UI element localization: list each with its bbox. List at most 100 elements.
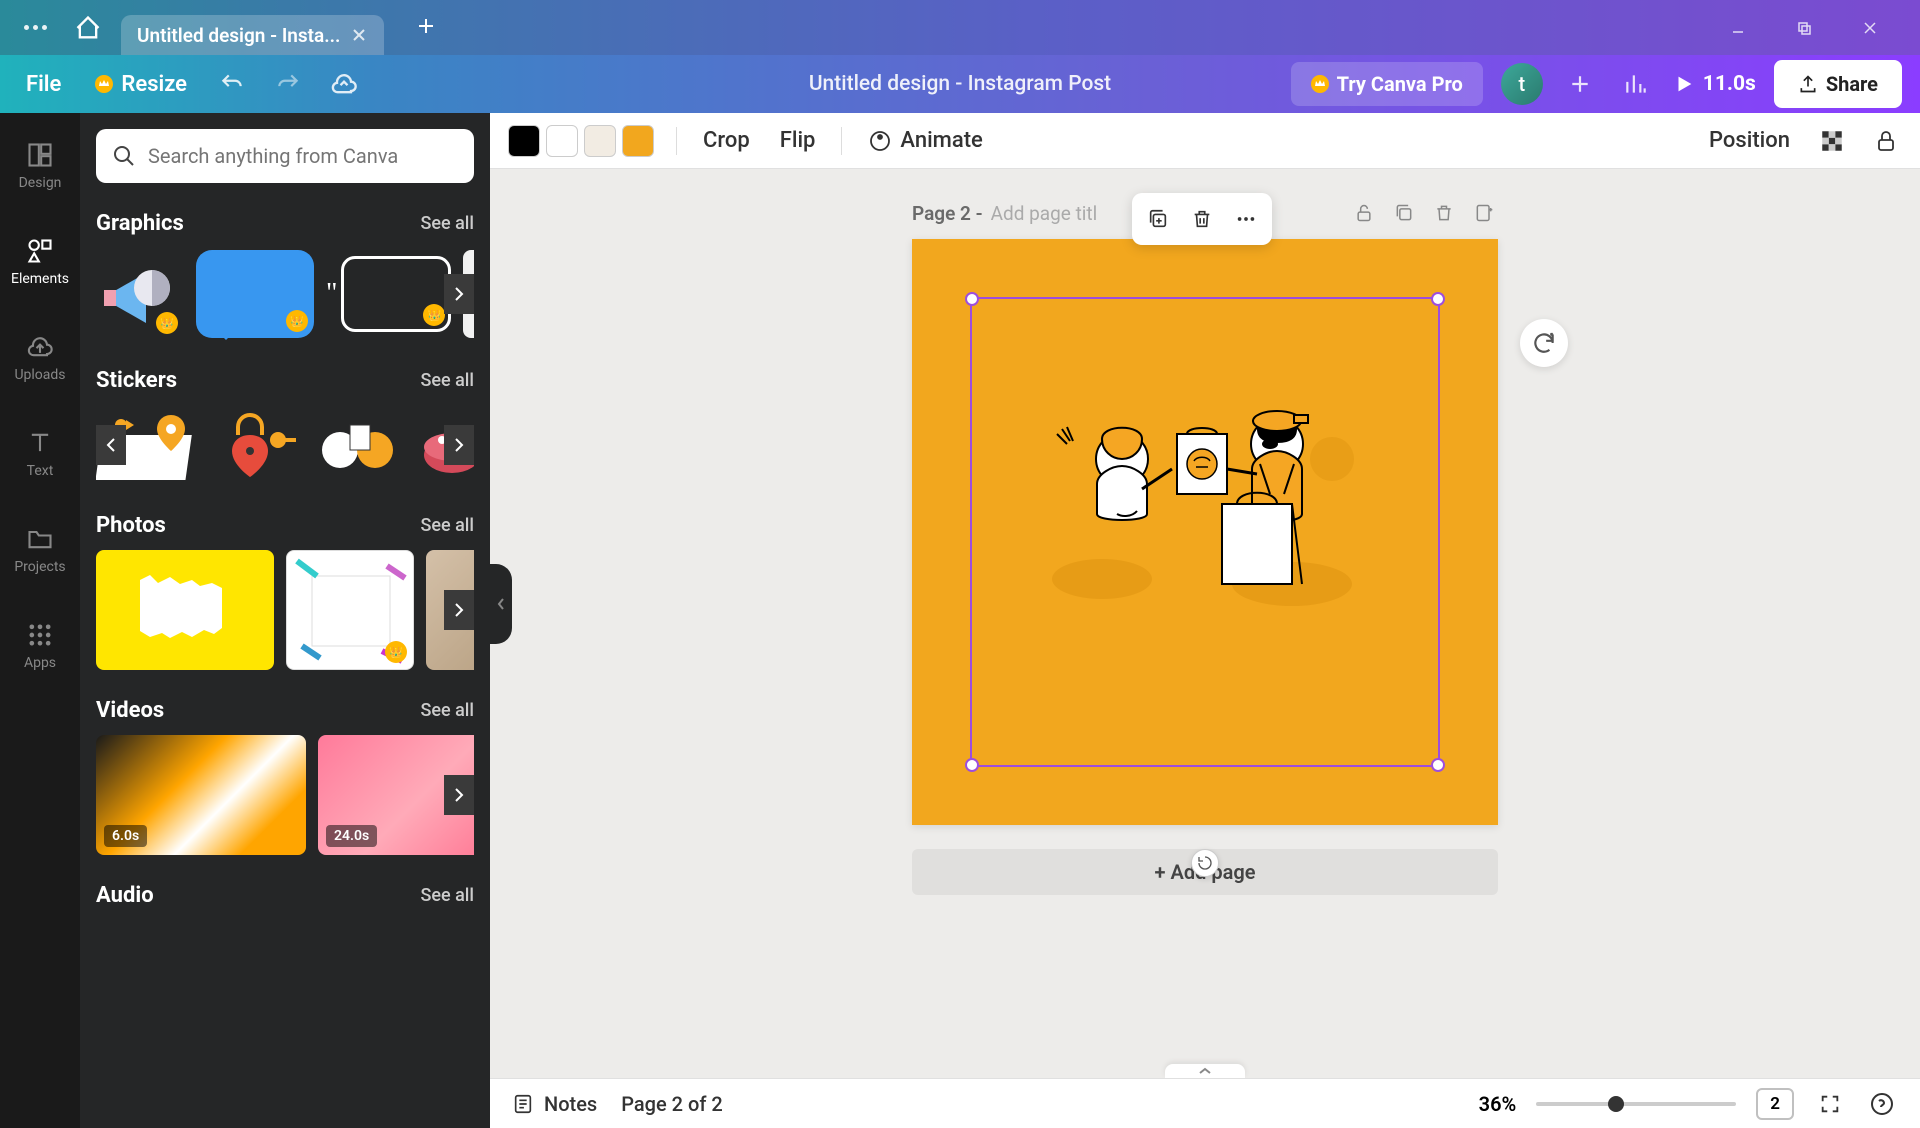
redo-button[interactable] bbox=[269, 65, 307, 103]
more-options-button[interactable] bbox=[1228, 201, 1264, 237]
crop-button[interactable]: Crop bbox=[699, 122, 754, 159]
color-swatch-black[interactable] bbox=[508, 125, 540, 157]
nav-projects[interactable]: Projects bbox=[4, 517, 76, 583]
photo-thumb[interactable]: 👑 bbox=[286, 550, 414, 670]
transparency-icon bbox=[1819, 128, 1845, 154]
upload-icon bbox=[1798, 74, 1818, 94]
fullscreen-button[interactable] bbox=[1814, 1088, 1846, 1120]
plus-icon bbox=[416, 16, 436, 36]
zoom-slider-thumb[interactable] bbox=[1608, 1096, 1624, 1112]
resize-handle-br[interactable] bbox=[1431, 758, 1445, 772]
app-menu-dots[interactable] bbox=[12, 17, 59, 38]
try-pro-button[interactable]: Try Canva Pro bbox=[1291, 62, 1483, 106]
user-avatar[interactable]: t bbox=[1501, 63, 1543, 105]
chevron-right-icon bbox=[453, 601, 465, 619]
main-toolbar: File Resize Untitled design - Instagram … bbox=[0, 55, 1920, 113]
resize-handle-tl[interactable] bbox=[965, 292, 979, 306]
folder-icon bbox=[26, 525, 54, 553]
position-button[interactable]: Position bbox=[1705, 122, 1794, 159]
transparency-button[interactable] bbox=[1816, 125, 1848, 157]
titlebar-left: Untitled design - Insta... bbox=[12, 0, 442, 55]
graphic-thumb[interactable]: 👑 bbox=[96, 248, 184, 340]
see-all-graphics[interactable]: See all bbox=[420, 213, 474, 234]
home-button[interactable] bbox=[67, 7, 109, 49]
quote-mark-icon: " bbox=[326, 278, 337, 310]
graphic-thumb[interactable]: " 👑 bbox=[326, 256, 451, 332]
notes-button[interactable]: Notes bbox=[512, 1092, 597, 1116]
color-swatch-orange[interactable] bbox=[622, 125, 654, 157]
see-all-videos[interactable]: See all bbox=[420, 700, 474, 721]
close-window-button[interactable] bbox=[1852, 10, 1888, 46]
close-tab-button[interactable] bbox=[350, 26, 368, 44]
file-menu[interactable]: File bbox=[18, 66, 69, 103]
color-swatch-cream[interactable] bbox=[584, 125, 616, 157]
sticker-thumb[interactable] bbox=[310, 405, 410, 485]
search-box[interactable] bbox=[96, 129, 474, 183]
video-thumb[interactable]: 6.0s bbox=[96, 735, 306, 855]
maximize-button[interactable] bbox=[1786, 10, 1822, 46]
page-label: Page 2 - bbox=[912, 202, 983, 225]
add-page-icon bbox=[1474, 203, 1494, 223]
nav-uploads[interactable]: Uploads bbox=[4, 325, 76, 391]
delete-element-button[interactable] bbox=[1184, 201, 1220, 237]
scroll-right-button[interactable] bbox=[444, 590, 474, 630]
page-title-input[interactable]: Add page titl bbox=[991, 202, 1098, 225]
collapse-panel-button[interactable] bbox=[490, 564, 512, 644]
nav-apps[interactable]: Apps bbox=[4, 613, 76, 679]
scroll-right-button[interactable] bbox=[444, 425, 474, 465]
resize-handle-tr[interactable] bbox=[1431, 292, 1445, 306]
resize-button[interactable]: Resize bbox=[87, 66, 195, 103]
scroll-right-button[interactable] bbox=[444, 274, 474, 314]
duplicate-page-button[interactable] bbox=[1390, 199, 1418, 227]
undo-button[interactable] bbox=[213, 65, 251, 103]
cloud-sync-button[interactable] bbox=[325, 65, 363, 103]
add-page-button[interactable] bbox=[1470, 199, 1498, 227]
canvas-viewport[interactable]: Page 2 - Add page titl bbox=[490, 169, 1920, 1078]
lock-button[interactable] bbox=[1870, 125, 1902, 157]
graphic-thumb[interactable]: 👑 bbox=[196, 250, 314, 338]
elements-panel: Graphics See all 👑 👑 " 👑 bbox=[80, 113, 490, 1128]
document-title[interactable]: Untitled design - Instagram Post bbox=[809, 72, 1111, 96]
nav-design[interactable]: Design bbox=[4, 133, 76, 199]
animate-button[interactable]: Animate bbox=[864, 122, 986, 159]
see-all-stickers[interactable]: See all bbox=[420, 370, 474, 391]
expand-timeline-button[interactable] bbox=[1165, 1064, 1245, 1078]
new-tab-button[interactable] bbox=[410, 10, 442, 46]
scroll-right-button[interactable] bbox=[444, 775, 474, 815]
delivery-illustration[interactable] bbox=[1042, 389, 1372, 609]
crown-icon bbox=[1311, 75, 1329, 93]
duplicate-icon bbox=[1394, 203, 1414, 223]
see-all-audio[interactable]: See all bbox=[420, 885, 474, 906]
analytics-button[interactable] bbox=[1617, 65, 1655, 103]
nav-elements[interactable]: Elements bbox=[4, 229, 76, 295]
help-button[interactable] bbox=[1866, 1088, 1898, 1120]
lock-page-button[interactable] bbox=[1350, 199, 1378, 227]
duplicate-element-button[interactable] bbox=[1140, 201, 1176, 237]
canvas-assist-button[interactable] bbox=[1520, 319, 1568, 367]
zoom-slider[interactable] bbox=[1536, 1102, 1736, 1106]
scroll-left-button[interactable] bbox=[96, 425, 126, 465]
chevron-left-icon bbox=[496, 596, 506, 612]
flip-button[interactable]: Flip bbox=[776, 122, 820, 159]
canvas-page[interactable] bbox=[912, 239, 1498, 825]
document-tab[interactable]: Untitled design - Insta... bbox=[121, 15, 384, 55]
zoom-level[interactable]: 36% bbox=[1479, 1092, 1517, 1116]
color-swatch-white[interactable] bbox=[546, 125, 578, 157]
rotate-handle[interactable] bbox=[1191, 849, 1219, 877]
present-button[interactable]: 11.0s bbox=[1673, 72, 1756, 96]
delete-page-button[interactable] bbox=[1430, 199, 1458, 227]
search-icon bbox=[112, 144, 136, 168]
sticker-thumb[interactable] bbox=[218, 405, 298, 485]
add-member-button[interactable] bbox=[1561, 65, 1599, 103]
uploads-icon bbox=[26, 333, 54, 361]
minimize-button[interactable] bbox=[1720, 10, 1756, 46]
photo-thumb[interactable] bbox=[96, 550, 274, 670]
share-button[interactable]: Share bbox=[1774, 60, 1902, 108]
page-thumbnails-button[interactable]: 2 bbox=[1756, 1088, 1794, 1120]
see-all-photos[interactable]: See all bbox=[420, 515, 474, 536]
resize-handle-bl[interactable] bbox=[965, 758, 979, 772]
page-indicator[interactable]: Page 2 of 2 bbox=[621, 1092, 723, 1116]
section-photos: Photos See all 👑 bbox=[96, 513, 474, 670]
nav-text[interactable]: Text bbox=[4, 421, 76, 487]
search-input[interactable] bbox=[148, 144, 458, 168]
